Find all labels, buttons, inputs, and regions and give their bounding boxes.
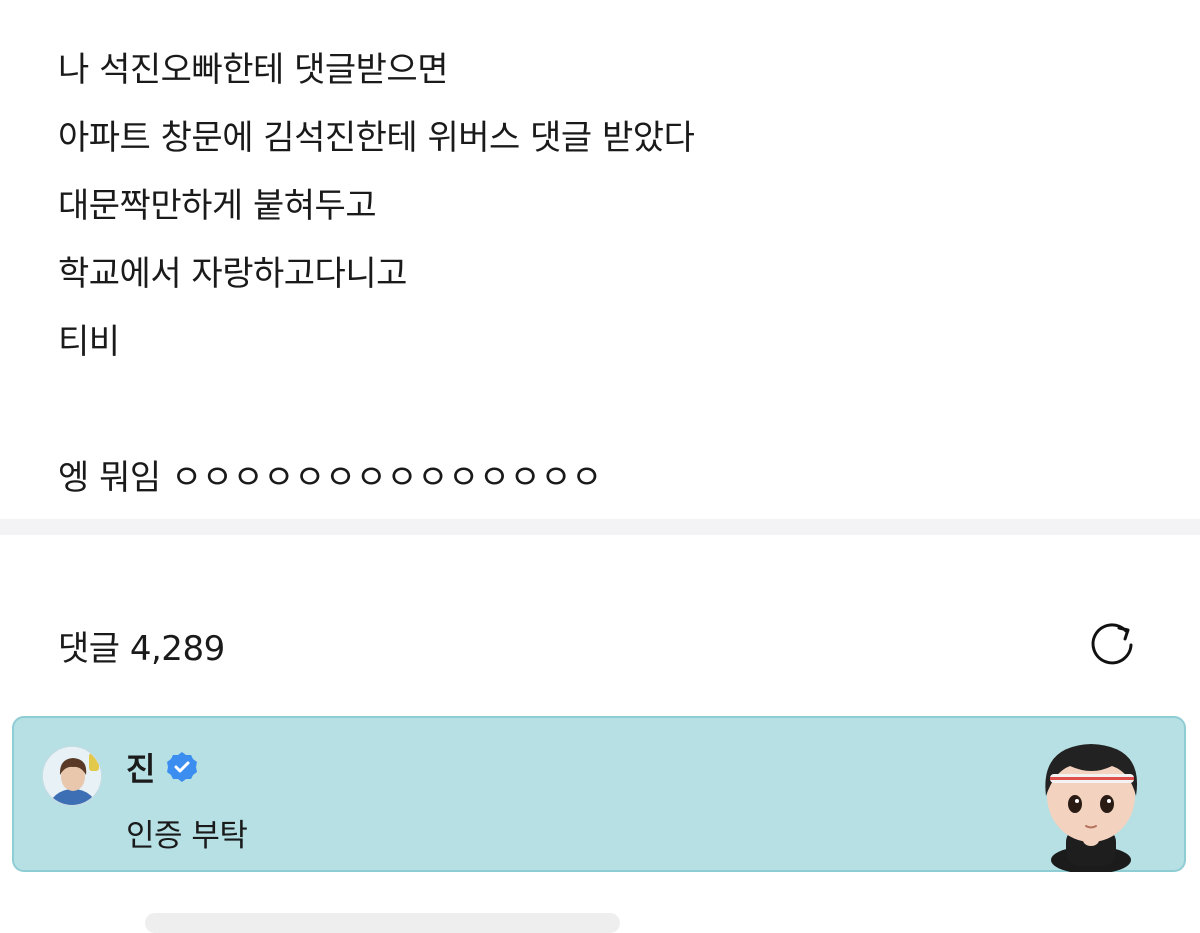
post-body: 나 석진오빠한테 댓글받으면 아파트 창문에 김석진한테 위버스 댓글 받았다 …: [58, 36, 1158, 512]
avatar[interactable]: [42, 746, 102, 806]
comment-author[interactable]: 진: [126, 744, 155, 790]
section-divider: [0, 519, 1200, 535]
post-line: 나 석진오빠한테 댓글받으면: [58, 50, 448, 90]
post-line: 티비: [58, 322, 120, 362]
artist-character-icon: [1045, 744, 1138, 872]
post-line: 학교에서 자랑하고다니고: [58, 254, 407, 294]
refresh-icon: [1091, 623, 1133, 665]
refresh-button[interactable]: [1084, 617, 1140, 673]
comment-author-row: 진: [126, 744, 199, 790]
comments-count: 댓글 4,289: [58, 628, 225, 669]
artist-comment-card[interactable]: 진 인증 부탁: [12, 716, 1186, 872]
post-line-blank: [58, 376, 1158, 444]
comment-text: 인증 부탁: [126, 818, 248, 854]
avatar-image: [43, 747, 101, 805]
post-line: 엥 뭐임 ㅇㅇㅇㅇㅇㅇㅇㅇㅇㅇㅇㅇㅇㅇ: [58, 458, 602, 498]
next-comment-preview: [145, 913, 620, 933]
post-line: 대문짝만하게 붙혀두고: [58, 186, 377, 226]
post-line: 아파트 창문에 김석진한테 위버스 댓글 받았다: [58, 118, 695, 158]
verified-badge-icon: [167, 752, 198, 782]
comments-header: 댓글 4,289: [58, 610, 1140, 680]
